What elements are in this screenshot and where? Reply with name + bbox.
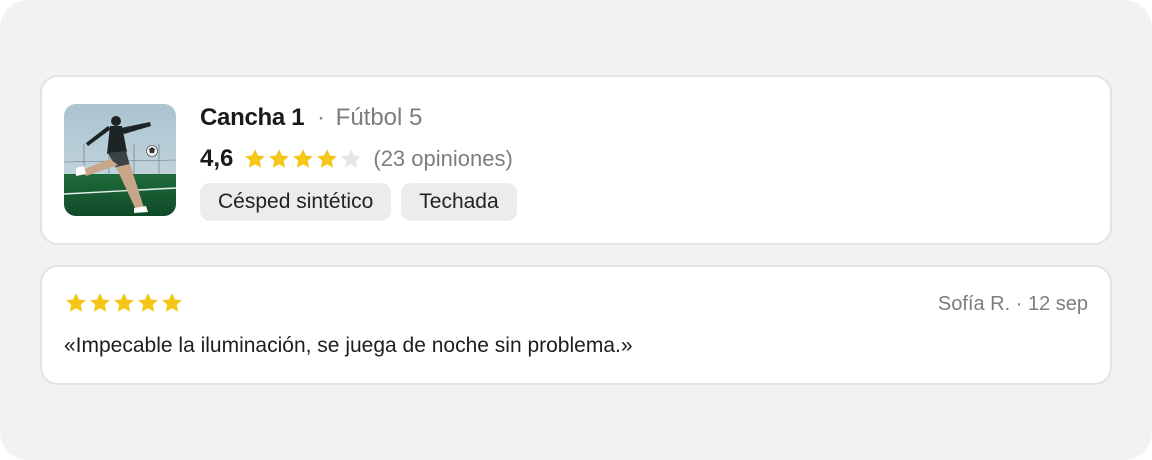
star-filled-icon: [291, 147, 315, 171]
field-name: Cancha 1: [200, 104, 305, 131]
star-filled-icon: [315, 147, 339, 171]
field-photo: [64, 104, 176, 216]
tag-list: Césped sintético Techada: [200, 183, 527, 221]
star-filled-icon: [243, 147, 267, 171]
field-card[interactable]: Cancha 1 · Fútbol 5 4,6 (23 opiniones) C…: [40, 75, 1112, 245]
tag-chip[interactable]: Césped sintético: [200, 183, 392, 221]
background-panel: Cancha 1 · Fútbol 5 4,6 (23 opiniones) C…: [0, 0, 1152, 460]
tag-chip[interactable]: Techada: [401, 183, 517, 221]
rating-row: 4,6 (23 opiniones): [200, 144, 513, 174]
rating-stars: [243, 147, 363, 171]
star-filled-icon: [64, 291, 88, 315]
star-filled-icon: [112, 291, 136, 315]
star-filled-icon: [267, 147, 291, 171]
title-separator: ·: [316, 104, 325, 131]
star-filled-icon: [160, 291, 184, 315]
star-filled-icon: [136, 291, 160, 315]
rating-value: 4,6: [200, 145, 234, 172]
field-title: Cancha 1 · Fútbol 5: [200, 103, 422, 133]
star-empty-icon: [339, 147, 363, 171]
review-text: «Impecable la iluminación, se juega de n…: [64, 334, 633, 357]
field-type: Fútbol 5: [335, 104, 423, 131]
star-filled-icon: [88, 291, 112, 315]
reviews-count[interactable]: (23 opiniones): [373, 146, 512, 172]
review-author-date: Sofía R. · 12 sep: [937, 293, 1088, 315]
review-stars: [64, 291, 184, 315]
review-card: Sofía R. · 12 sep «Impecable la iluminac…: [40, 265, 1112, 385]
